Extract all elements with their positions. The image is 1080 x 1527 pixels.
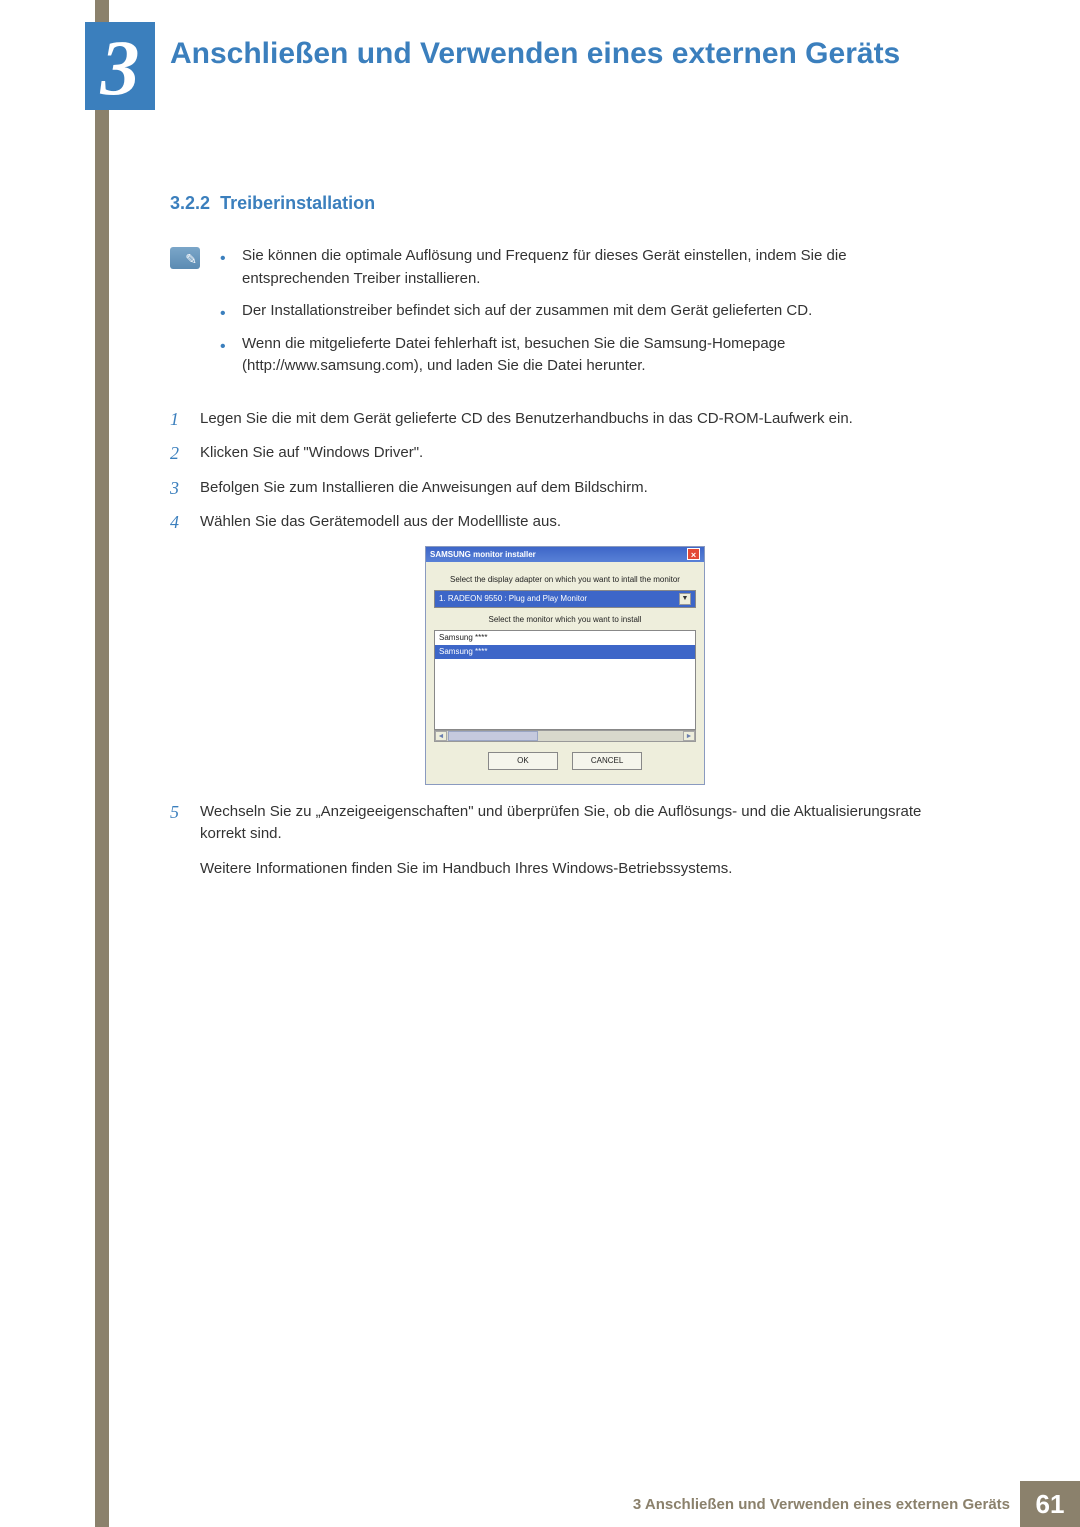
page-number: 61 bbox=[1020, 1481, 1080, 1527]
note-item: Der Installationstreiber befindet sich a… bbox=[220, 300, 930, 323]
list-item[interactable]: Samsung **** bbox=[435, 631, 695, 645]
monitor-list[interactable]: Samsung **** Samsung **** bbox=[434, 630, 696, 730]
footer-chapter-ref: 3 Anschließen und Verwenden eines extern… bbox=[633, 1496, 1010, 1513]
scroll-thumb[interactable] bbox=[448, 731, 538, 741]
page-footer: 3 Anschließen und Verwenden eines extern… bbox=[0, 1481, 1080, 1527]
step-number: 1 bbox=[170, 406, 179, 433]
section-number: 3.2.2 bbox=[170, 193, 210, 213]
adapter-select[interactable]: 1. RADEON 9550 : Plug and Play Monitor ▼ bbox=[434, 590, 696, 608]
adapter-value: 1. RADEON 9550 : Plug and Play Monitor bbox=[439, 593, 587, 605]
horizontal-scrollbar[interactable]: ◄ ► bbox=[434, 730, 696, 742]
section-title: Treiberinstallation bbox=[220, 193, 375, 213]
content-area: 3.2.2 Treiberinstallation Sie können die… bbox=[170, 190, 930, 892]
note-item: Sie können die optimale Auflösung und Fr… bbox=[220, 245, 930, 290]
steps-list: 1 Legen Sie die mit dem Gerät gelieferte… bbox=[170, 408, 930, 846]
note-icon bbox=[170, 247, 200, 269]
dialog-body: Select the display adapter on which you … bbox=[426, 562, 704, 784]
monitor-label: Select the monitor which you want to ins… bbox=[434, 614, 696, 626]
dialog-buttons: OK CANCEL bbox=[434, 752, 696, 776]
step-text: Wechseln Sie zu „Anzeigeeigenschaften" u… bbox=[200, 803, 921, 843]
chapter-title: Anschließen und Verwenden eines externen… bbox=[170, 35, 930, 73]
chevron-down-icon[interactable]: ▼ bbox=[679, 593, 691, 605]
note-block: Sie können die optimale Auflösung und Fr… bbox=[170, 245, 930, 388]
section-heading: 3.2.2 Treiberinstallation bbox=[170, 190, 930, 217]
note-list: Sie können die optimale Auflösung und Fr… bbox=[220, 245, 930, 388]
adapter-label: Select the display adapter on which you … bbox=[434, 574, 696, 586]
step-text: Legen Sie die mit dem Gerät gelieferte C… bbox=[200, 410, 853, 427]
list-item[interactable]: Samsung **** bbox=[435, 645, 695, 659]
step-item: 4 Wählen Sie das Gerätemodell aus der Mo… bbox=[170, 511, 930, 785]
step-item: 5 Wechseln Sie zu „Anzeigeeigenschaften"… bbox=[170, 801, 930, 846]
chapter-number-badge: 3 bbox=[85, 22, 155, 110]
step-number: 4 bbox=[170, 509, 179, 536]
step-text: Wählen Sie das Gerätemodell aus der Mode… bbox=[200, 513, 561, 530]
side-stripe bbox=[95, 0, 109, 1527]
step-number: 3 bbox=[170, 475, 179, 502]
dialog-title: SAMSUNG monitor installer bbox=[430, 547, 536, 562]
step-extra-text: Weitere Informationen finden Sie im Hand… bbox=[200, 858, 930, 881]
step-item: 1 Legen Sie die mit dem Gerät gelieferte… bbox=[170, 408, 930, 431]
step-number: 5 bbox=[170, 799, 179, 826]
step-text: Klicken Sie auf "Windows Driver". bbox=[200, 444, 423, 461]
cancel-button[interactable]: CANCEL bbox=[572, 752, 642, 770]
installer-dialog: SAMSUNG monitor installer × Select the d… bbox=[425, 546, 705, 785]
step-item: 2 Klicken Sie auf "Windows Driver". bbox=[170, 442, 930, 465]
close-icon[interactable]: × bbox=[687, 548, 700, 560]
step-item: 3 Befolgen Sie zum Installieren die Anwe… bbox=[170, 477, 930, 500]
dialog-titlebar: SAMSUNG monitor installer × bbox=[426, 547, 704, 562]
scroll-left-icon[interactable]: ◄ bbox=[435, 731, 447, 741]
ok-button[interactable]: OK bbox=[488, 752, 558, 770]
step-number: 2 bbox=[170, 440, 179, 467]
scroll-right-icon[interactable]: ► bbox=[683, 731, 695, 741]
note-item: Wenn die mitgelieferte Datei fehlerhaft … bbox=[220, 333, 930, 378]
step-text: Befolgen Sie zum Installieren die Anweis… bbox=[200, 479, 648, 496]
